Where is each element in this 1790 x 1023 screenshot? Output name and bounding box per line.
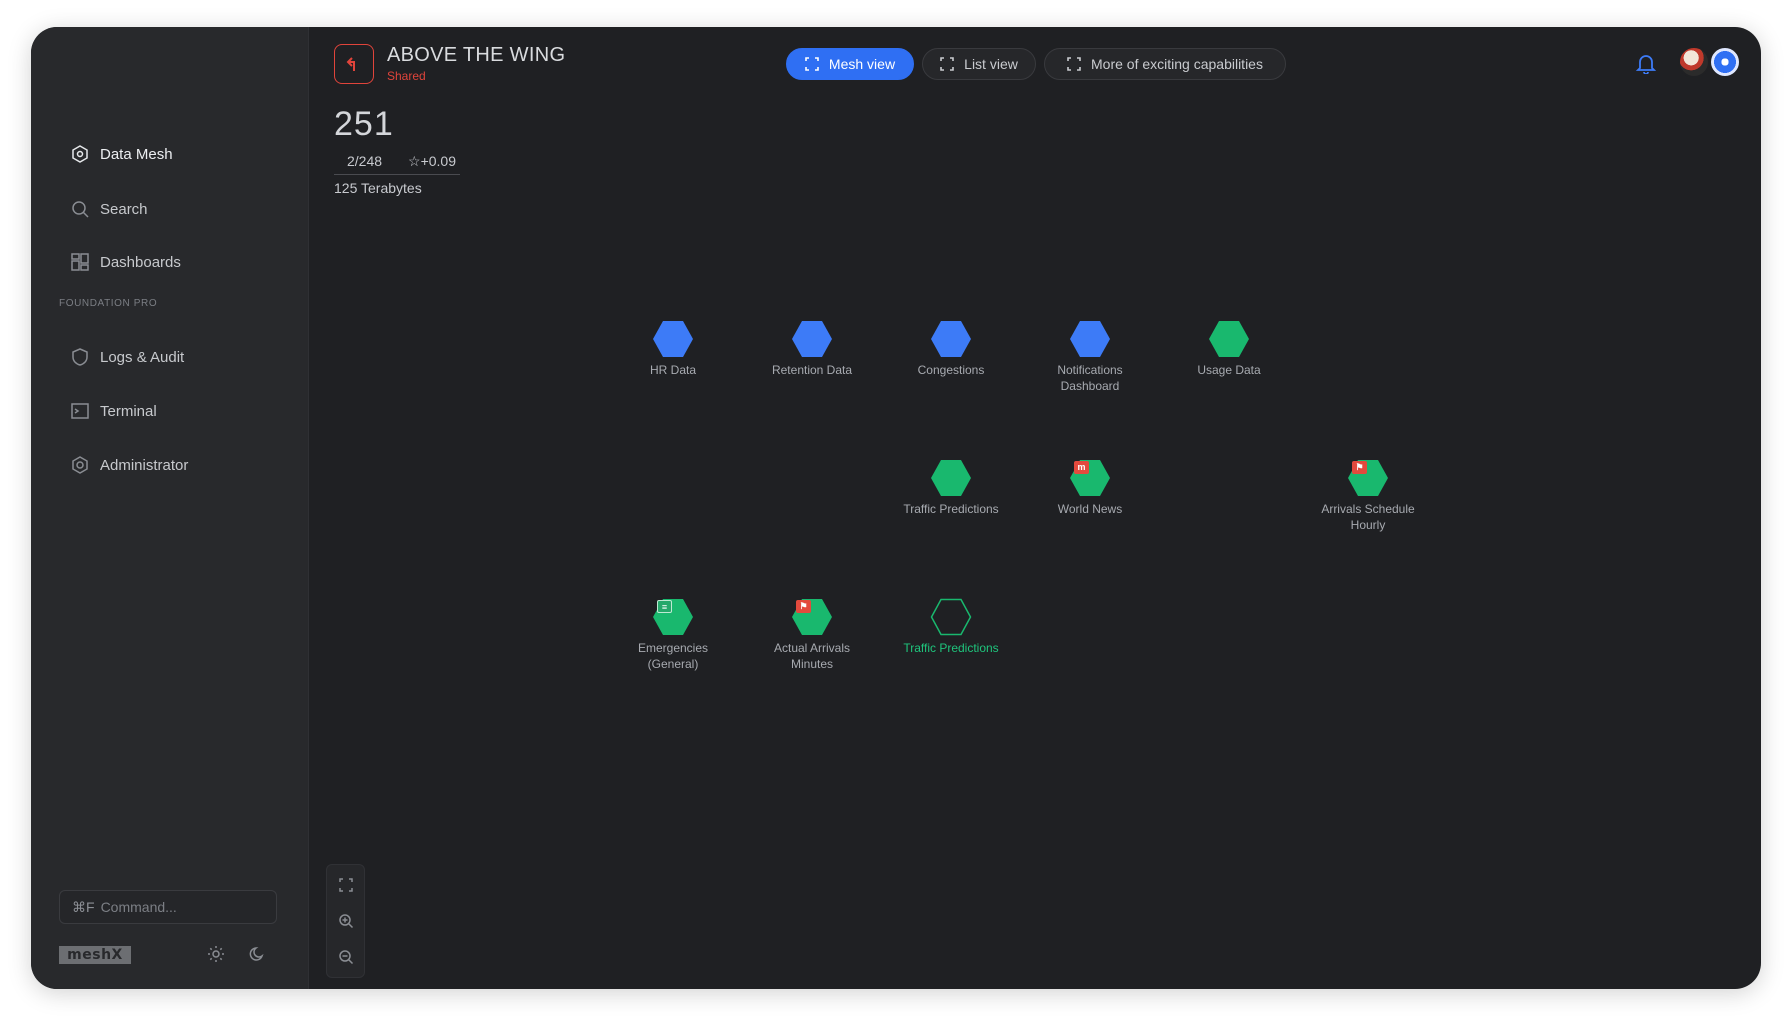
node-label: Congestions — [917, 363, 985, 377]
expand-icon — [940, 57, 954, 71]
dataset-count: 251 — [334, 105, 394, 143]
node-label: Notifications Dashboard — [1057, 363, 1123, 393]
data-mesh-icon — [69, 143, 91, 165]
mesh-node-notifications-dashboard[interactable]: Notifications Dashboard — [1020, 320, 1160, 394]
hexagon-icon — [791, 320, 833, 358]
expand-icon — [805, 57, 819, 71]
project-icon[interactable] — [334, 44, 374, 84]
hexagon-icon — [930, 459, 972, 497]
tab-label: List view — [964, 56, 1018, 72]
dashboards-icon — [69, 251, 91, 273]
mesh-node-arrivals-schedule-hourly[interactable]: ⚑ Arrivals Schedule Hourly — [1298, 459, 1438, 533]
hexagon-icon — [652, 320, 694, 358]
node-label: Arrivals Schedule Hourly — [1321, 502, 1415, 532]
sidebar-item-data-mesh[interactable]: Data Mesh — [69, 140, 173, 168]
command-shortcut: ⌘F — [72, 898, 95, 915]
star-icon: ☆ — [408, 153, 421, 169]
stats-row: 2/248 ☆+0.09 — [334, 151, 460, 175]
storage-size: 125 Terabytes — [334, 180, 422, 196]
hexagon-icon: ⚑ — [1347, 459, 1389, 497]
rating-value: ☆+0.09 — [408, 153, 456, 170]
command-field[interactable] — [100, 899, 241, 915]
tab-more-capabilities[interactable]: More of exciting capabilities — [1044, 48, 1286, 80]
node-label: Retention Data — [771, 363, 853, 377]
sidebar-item-search[interactable]: Search — [69, 195, 148, 223]
mesh-node-traffic-predictions-outline[interactable]: Traffic Predictions — [881, 598, 1021, 656]
mesh-node-actual-arrivals-minutes[interactable]: ⚑ Actual Arrivals Minutes — [742, 598, 882, 672]
tab-label: Mesh view — [828, 56, 896, 72]
node-label: Usage Data — [1197, 363, 1261, 377]
tab-list-view[interactable]: List view — [922, 48, 1036, 80]
hexagon-icon: m — [1069, 459, 1111, 497]
tab-label: More of exciting capabilities — [1091, 56, 1263, 72]
mesh-node-world-news[interactable]: m World News — [1020, 459, 1160, 517]
light-mode-button[interactable] — [207, 945, 227, 965]
shield-icon — [69, 346, 91, 368]
sidebar-item-terminal[interactable]: Terminal — [69, 397, 157, 425]
sidebar-item-logs-audit[interactable]: Logs & Audit — [69, 343, 184, 371]
mesh-node-traffic-predictions[interactable]: Traffic Predictions — [881, 459, 1021, 517]
app-window: Data Mesh Search Dashboards FOUNDATION P… — [31, 27, 1761, 989]
sidebar-item-label: Terminal — [100, 402, 157, 420]
sidebar-item-dashboards[interactable]: Dashboards — [69, 248, 181, 276]
zoom-out-icon — [339, 950, 354, 965]
node-label: Traffic Predictions — [903, 641, 999, 655]
hexagon-outline-icon — [930, 598, 972, 636]
document-icon: ≡ — [657, 600, 672, 613]
zoom-out-button[interactable] — [336, 947, 356, 967]
arrow-up-left-icon — [346, 57, 355, 71]
avatar[interactable] — [1678, 46, 1710, 78]
zoom-in-button[interactable] — [336, 911, 356, 931]
mesh-node-hr-data[interactable]: HR Data — [603, 320, 743, 378]
flag-icon: ⚑ — [796, 600, 811, 613]
sidebar-item-label: Dashboards — [100, 253, 181, 271]
m-logo-icon: m — [1074, 461, 1089, 474]
node-label: Emergencies (General) — [637, 641, 709, 671]
sidebar: Data Mesh Search Dashboards FOUNDATION P… — [31, 27, 309, 989]
ratio-value: 2/248 — [347, 153, 383, 169]
node-label: Traffic Predictions — [903, 502, 999, 516]
flag-icon: ⚑ — [1352, 461, 1367, 474]
sidebar-item-administrator[interactable]: Administrator — [69, 451, 188, 479]
search-icon — [69, 198, 91, 220]
meshx-logo: meshX — [59, 946, 131, 964]
command-input[interactable]: ⌘F — [59, 890, 277, 924]
mesh-node-usage-data[interactable]: Usage Data — [1159, 320, 1299, 378]
mesh-node-emergencies-general[interactable]: ≡ Emergencies (General) — [603, 598, 743, 672]
fullscreen-icon — [339, 878, 353, 892]
zoom-controls — [326, 864, 365, 978]
bell-icon — [1635, 55, 1657, 75]
zoom-in-icon — [339, 914, 354, 929]
sidebar-item-label: Search — [100, 200, 148, 218]
hexagon-icon — [930, 320, 972, 358]
view-tabs: Mesh view List view More of exciting cap… — [786, 48, 1286, 80]
node-label: Actual Arrivals Minutes — [773, 641, 851, 671]
hexagon-icon — [1208, 320, 1250, 358]
sidebar-item-label: Administrator — [100, 456, 189, 474]
sun-icon — [208, 946, 224, 962]
sidebar-item-label: Data Mesh — [100, 145, 173, 163]
hexagon-icon: ≡ — [652, 598, 694, 636]
fit-view-button[interactable] — [336, 875, 356, 895]
project-title: ABOVE THE WING — [387, 44, 566, 66]
mesh-node-retention-data[interactable]: Retention Data — [742, 320, 882, 378]
project-subtitle: Shared — [387, 69, 426, 83]
rating-text: +0.09 — [420, 153, 456, 169]
node-label: HR Data — [649, 363, 696, 377]
expand-icon — [1067, 57, 1081, 71]
terminal-icon — [69, 400, 91, 422]
gear-icon — [69, 454, 91, 476]
dark-mode-button[interactable] — [248, 945, 268, 965]
hexagon-icon — [1069, 320, 1111, 358]
moon-icon — [249, 947, 264, 961]
mesh-node-congestions[interactable]: Congestions — [881, 320, 1021, 378]
hexagon-icon: ⚑ — [791, 598, 833, 636]
section-title: FOUNDATION PRO — [59, 298, 158, 309]
avatar[interactable] — [1709, 46, 1741, 78]
notifications-button[interactable] — [1635, 52, 1659, 76]
tab-mesh-view[interactable]: Mesh view — [786, 48, 914, 80]
sidebar-item-label: Logs & Audit — [100, 348, 185, 366]
node-label: World News — [1057, 502, 1123, 516]
